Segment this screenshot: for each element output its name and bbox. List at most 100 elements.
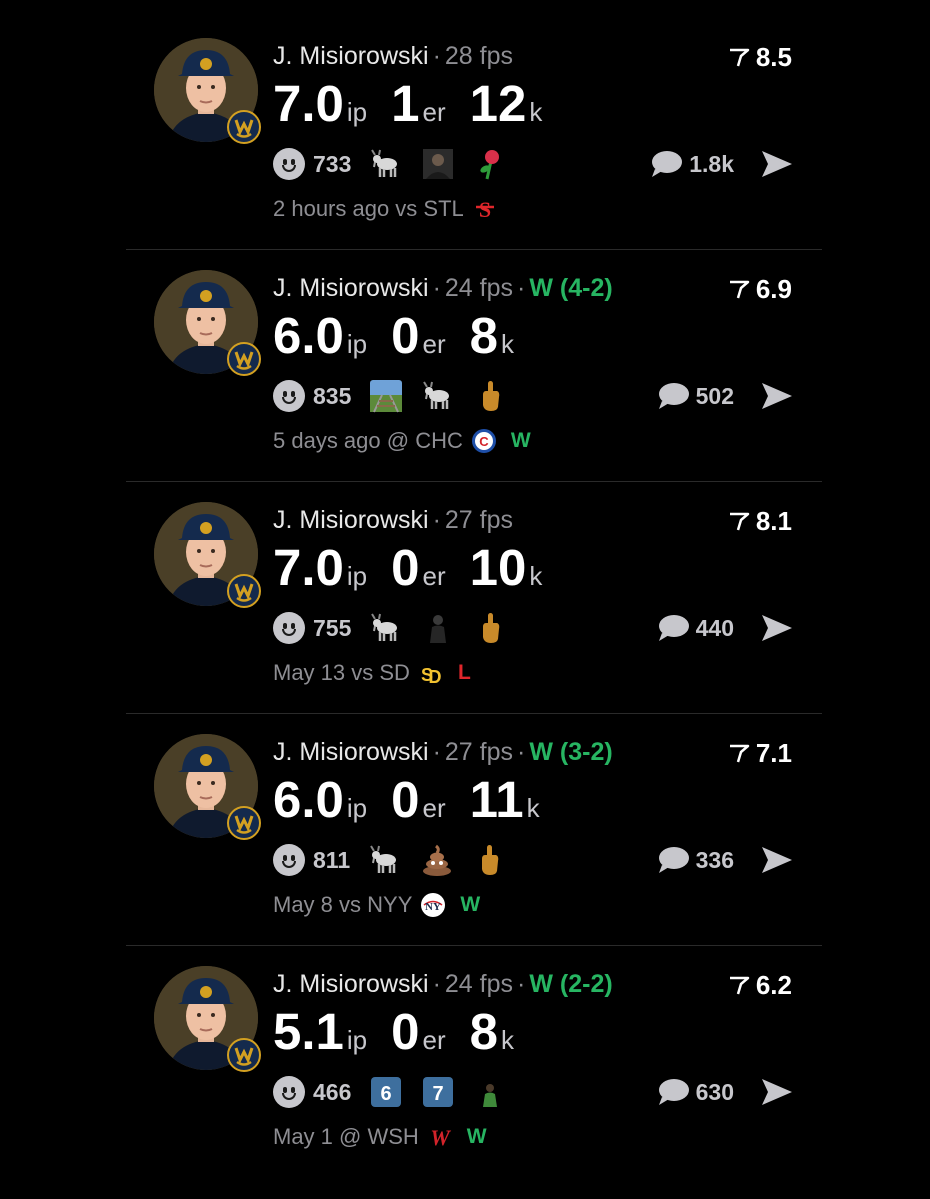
timestamp-opponent: May 8 vs NYY (273, 892, 413, 917)
post-card[interactable]: J. Misiorowski · 28 fps 8.5 7.0 ip 1 er 12 k 73… (126, 18, 822, 250)
reaction-button[interactable]: 755 (273, 612, 369, 644)
stat-line: 7.0 ip 0 er 10 k (273, 538, 566, 597)
middle-finger-emoji-icon[interactable] (473, 611, 507, 645)
game-result: W (2-2) (529, 970, 613, 998)
er-label: er (422, 793, 446, 823)
post-header: J. Misiorowski · 24 fps · W (2-2) (273, 970, 613, 999)
score: 8.1 (728, 506, 792, 538)
player-name[interactable]: J. Misiorowski (273, 738, 429, 766)
post-card[interactable]: J. Misiorowski · 27 fps · W (3-2) 7.1 6.0 ip 0… (126, 714, 822, 946)
svg-text:S: S (479, 197, 491, 222)
player-name[interactable]: J. Misiorowski (273, 42, 429, 70)
post-feed: J. Misiorowski · 28 fps 8.5 7.0 ip 1 er 12 k 73… (126, 18, 822, 1178)
comment-count: 630 (695, 1078, 734, 1105)
score: 6.2 (728, 970, 792, 1002)
comment-button[interactable]: 630 (656, 1074, 734, 1110)
person-emoji-icon[interactable] (421, 147, 455, 181)
score-value: 6.9 (755, 274, 792, 304)
player-name[interactable]: J. Misiorowski (273, 274, 429, 302)
flag-icon (728, 739, 750, 770)
cardinals-logo: S (472, 196, 498, 222)
rose-emoji-icon[interactable] (473, 147, 507, 181)
earned-runs: 0 (391, 771, 420, 828)
send-arrow-icon[interactable] (760, 1076, 794, 1108)
post-meta: May 13 vs SD S D L (273, 660, 471, 686)
post-header: J. Misiorowski · 27 fps · W (3-2) (273, 738, 613, 767)
svg-text:W: W (430, 1125, 451, 1150)
k-label: k (529, 561, 543, 591)
score-value: 7.1 (755, 738, 792, 768)
speech-bubble-icon (658, 1079, 689, 1105)
comment-count: 440 (695, 614, 734, 641)
reactions-bar: 811 (273, 842, 524, 878)
reaction-count: 835 (313, 382, 352, 409)
reactions-bar: 755 (273, 610, 525, 646)
innings-pitched: 6.0 (273, 771, 344, 828)
reaction-button[interactable]: 733 (273, 148, 369, 180)
goat-emoji-icon[interactable] (369, 611, 403, 645)
send-arrow-icon[interactable] (760, 380, 794, 412)
send-arrow-icon[interactable] (760, 844, 794, 876)
keycap-7-emoji-icon[interactable]: 7 (421, 1075, 455, 1109)
reactions-bar: 835 (273, 378, 525, 414)
send-arrow-icon[interactable] (760, 148, 794, 180)
fps-count: 27 fps (444, 506, 514, 534)
fps-count: 24 fps (444, 274, 514, 302)
comment-count: 502 (695, 382, 734, 409)
game-result: W (4-2) (529, 274, 613, 302)
post-header: J. Misiorowski · 28 fps (273, 42, 513, 71)
railway-track-emoji-icon[interactable] (369, 379, 403, 413)
separator-dot: · (517, 970, 526, 998)
player-name[interactable]: J. Misiorowski (273, 506, 429, 534)
er-label: er (422, 329, 446, 359)
strikeouts: 10 (469, 539, 527, 596)
goat-emoji-icon[interactable] (368, 843, 402, 877)
earned-runs: 0 (391, 307, 420, 364)
reaction-button[interactable]: 835 (273, 380, 369, 412)
comment-button[interactable]: 1.8k (649, 146, 734, 182)
ip-label: ip (346, 1025, 368, 1055)
post-header: J. Misiorowski · 27 fps (273, 506, 513, 535)
player-name[interactable]: J. Misiorowski (273, 970, 429, 998)
ip-label: ip (346, 793, 368, 823)
person-emoji-icon[interactable] (421, 611, 455, 645)
separator-dot: · (517, 738, 526, 766)
comment-count: 336 (695, 846, 734, 873)
game-outcome: L (457, 661, 471, 684)
speech-bubble-icon (658, 847, 689, 873)
padres-logo: SD (418, 660, 444, 686)
reaction-button[interactable]: 811 (273, 844, 368, 876)
post-card[interactable]: J. Misiorowski · 24 fps · W (2-2) 6.2 5.1 ip 0… (126, 946, 822, 1178)
strikeouts: 8 (469, 1003, 499, 1060)
keycap-6-emoji-icon[interactable]: 6 (369, 1075, 403, 1109)
brewers-logo-badge (227, 1038, 261, 1072)
game-outcome: W (510, 429, 531, 452)
comment-button[interactable]: 336 (656, 842, 734, 878)
post-card[interactable]: J. Misiorowski · 24 fps · W (4-2) 6.9 6.0 ip 0… (126, 250, 822, 482)
smiley-face-icon (273, 612, 305, 644)
middle-finger-emoji-icon[interactable] (472, 843, 506, 877)
goat-emoji-icon[interactable] (421, 379, 455, 413)
nationals-logo: W (427, 1124, 453, 1150)
comment-count: 1.8k (689, 150, 734, 177)
comment-button[interactable]: 440 (656, 610, 734, 646)
reaction-count: 811 (313, 846, 351, 873)
k-label: k (501, 1025, 515, 1055)
separator-dot: · (432, 42, 441, 70)
reaction-button[interactable]: 466 (273, 1076, 369, 1108)
brewers-logo-badge (227, 806, 261, 840)
earned-runs: 1 (391, 75, 420, 132)
innings-pitched: 7.0 (273, 539, 344, 596)
person-emoji-icon[interactable] (473, 1075, 507, 1109)
smiley-face-icon (273, 148, 305, 180)
poop-emoji-icon[interactable] (420, 843, 454, 877)
k-label: k (501, 329, 515, 359)
comment-button[interactable]: 502 (656, 378, 734, 414)
goat-emoji-icon[interactable] (369, 147, 403, 181)
k-label: k (529, 97, 543, 127)
flag-icon (728, 43, 750, 74)
middle-finger-emoji-icon[interactable] (473, 379, 507, 413)
send-arrow-icon[interactable] (760, 612, 794, 644)
post-card[interactable]: J. Misiorowski · 27 fps 8.1 7.0 ip 0 er 10 k 75… (126, 482, 822, 714)
brewers-logo-badge (227, 342, 261, 376)
